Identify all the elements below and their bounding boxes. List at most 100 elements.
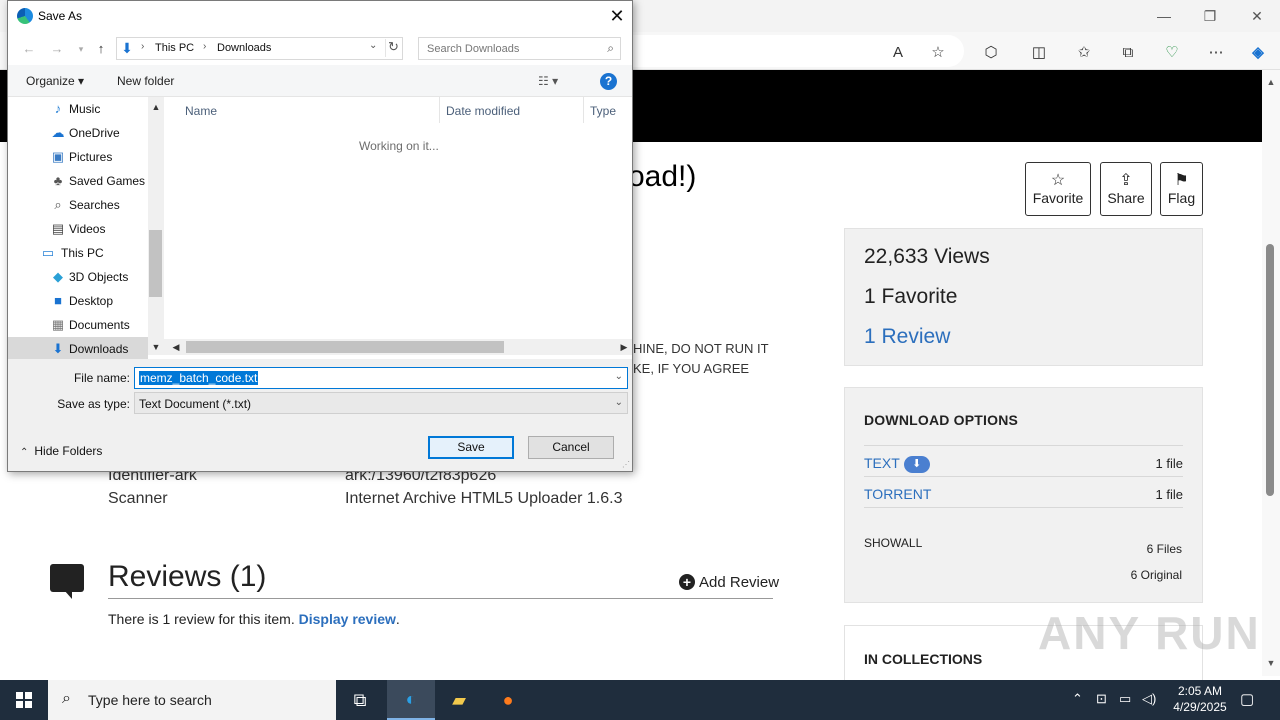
read-aloud-icon[interactable]: A [886,40,910,64]
scroll-down-arrow[interactable]: ▼ [148,339,164,355]
scroll-left-arrow[interactable]: ◀ [168,339,184,355]
refresh-icon[interactable]: ↻ [385,39,401,57]
tree-item-downloads[interactable]: ⬇ Downloads [8,337,148,359]
tree-item-saved-games[interactable]: ♣ Saved Games [8,169,148,193]
hide-folders-button[interactable]: ⌃ Hide Folders [20,444,102,458]
column-name[interactable]: Name [185,104,217,118]
download-row-torrent[interactable]: TORRENT 1 file [864,476,1183,507]
breadcrumb-downloads[interactable]: Downloads [217,42,271,54]
dialog-close-button[interactable]: ✕ [602,1,632,32]
extensions-icon[interactable]: ⬡ [979,40,1003,64]
volume-icon[interactable]: ◁) [1142,691,1156,707]
recent-locations-icon[interactable]: ▾ [72,40,90,58]
taskbar-search[interactable]: ⌕ Type here to search [48,680,336,720]
scroll-up-arrow[interactable]: ▲ [148,99,164,115]
close-window-button[interactable]: ✕ [1234,0,1280,32]
tree-item-music[interactable]: ♪ Music [8,97,148,121]
chevron-down-icon[interactable]: ⌄ [369,40,377,51]
tree-item-this-pc[interactable]: ▭ This PC [8,241,148,265]
restore-button[interactable]: ❐ [1187,0,1233,32]
edge-icon[interactable]: ◐ [387,680,435,720]
review-summary: There is 1 review for this item. Display… [108,611,400,627]
review-summary-text: There is 1 review for this item. [108,611,295,627]
chevron-up-icon: ⌃ [20,447,29,458]
start-button[interactable] [0,680,48,720]
help-icon[interactable]: ? [600,73,617,90]
collections-title: IN COLLECTIONS [864,651,983,667]
search-input[interactable] [419,38,599,59]
tree-item-label: This PC [61,246,104,260]
divider [108,598,773,599]
split-screen-icon[interactable]: ◫ [1027,40,1051,64]
reviews-link[interactable]: 1 Review [864,325,950,349]
tree-item-desktop[interactable]: ■ Desktop [8,289,148,313]
onedrive-icon: ☁ [51,125,65,140]
browser-essentials-icon[interactable]: ♡ [1160,40,1184,64]
add-review-button[interactable]: + Add Review [679,574,779,591]
page-scroll-thumb[interactable] [1266,244,1274,496]
scroll-up-arrow[interactable]: ▲ [1263,74,1279,90]
show-hidden-icons-icon[interactable]: ⌃ [1072,691,1083,707]
download-text-link[interactable]: TEXT [864,455,900,471]
windows-logo-icon [16,692,32,708]
back-arrow-icon[interactable]: ← [20,40,38,58]
tree-item-3d-objects[interactable]: ◆ 3D Objects [8,265,148,289]
file-name-value[interactable]: memz_batch_code.txt [139,371,259,385]
download-folder-icon: ⬇ [121,40,133,56]
file-name-field[interactable]: memz_batch_code.txt ⌄ [134,367,628,389]
network-icon[interactable]: ▭ [1119,691,1131,707]
tree-item-searches[interactable]: ⌕ Searches [8,193,148,217]
view-options-icon[interactable]: ☷ ▾ [538,74,558,88]
cancel-button[interactable]: Cancel [528,436,614,459]
favorite-button[interactable]: ☆ Favorite [1025,162,1091,216]
chevron-down-icon[interactable]: ⌄ [615,397,623,408]
tree-scrollbar[interactable]: ▲ ▼ [148,97,164,355]
chevron-down-icon[interactable]: ⌄ [615,371,623,382]
file-explorer-icon[interactable]: ▰ [435,680,483,720]
tree-scroll-thumb[interactable] [149,230,162,297]
download-torrent-link[interactable]: TORRENT [864,486,931,502]
tree-item-pictures[interactable]: ▣ Pictures [8,145,148,169]
column-date-modified[interactable]: Date modified [446,104,520,118]
plus-circle-icon: + [679,574,695,590]
collections-icon[interactable]: ⧉ [1116,40,1140,64]
new-folder-button[interactable]: New folder [117,74,174,88]
horizontal-scroll-thumb[interactable] [186,341,504,353]
download-row-text[interactable]: TEXT ⬇ 1 file [864,445,1183,476]
organize-menu[interactable]: Organize ▾ [26,74,84,88]
breadcrumb[interactable]: ⬇ › This PC › Downloads ⌄ ↻ [116,37,403,60]
scroll-right-arrow[interactable]: ▶ [616,339,632,355]
system-clock[interactable]: 2:05 AM 4/29/2025 [1160,683,1240,715]
search-field[interactable]: ⌕ [418,37,621,60]
breadcrumb-this-pc[interactable]: This PC [155,42,194,54]
download-icon[interactable]: ⬇ [903,455,930,473]
search-icon: ⌕ [62,690,71,707]
favorites-icon[interactable]: ✩ [1072,40,1096,64]
tree-item-onedrive[interactable]: ☁ OneDrive [8,121,148,145]
tree-item-documents[interactable]: ▦ Documents [8,313,148,337]
file-list-scrollbar[interactable]: ◀ ▶ [164,339,632,355]
share-button[interactable]: ⇪ Share [1100,162,1152,216]
column-type[interactable]: Type [590,104,616,118]
flag-button[interactable]: ⚑ Flag [1160,162,1203,216]
views-count: 22,633 Views [864,245,990,268]
favorite-star-icon[interactable]: ☆ [926,40,950,64]
save-button[interactable]: Save [428,436,514,459]
scroll-down-arrow[interactable]: ▼ [1263,655,1279,671]
notifications-icon[interactable]: ▢ [1240,690,1254,708]
more-icon[interactable]: ⋯ [1204,40,1228,64]
show-all-link[interactable]: SHOWALL [864,536,922,550]
3d-objects-icon: ◆ [53,269,63,284]
minimize-button[interactable]: — [1141,0,1187,32]
network-device-icon[interactable]: ⊡ [1096,691,1107,707]
display-review-link[interactable]: Display review [299,611,396,627]
save-as-type-select[interactable]: Text Document (*.txt) ⌄ [134,392,628,414]
description-fragment: KE, IF YOU AGREE [633,361,750,376]
forward-arrow-icon[interactable]: → [48,40,66,58]
up-arrow-icon[interactable]: ↑ [92,40,110,58]
copilot-icon[interactable]: ◈ [1246,40,1270,64]
firefox-icon[interactable]: ● [484,680,532,720]
tree-item-videos[interactable]: ▤ Videos [8,217,148,241]
task-view-icon[interactable]: ⧉ [336,680,384,720]
resize-grip-icon[interactable]: ⋰ [622,460,630,469]
